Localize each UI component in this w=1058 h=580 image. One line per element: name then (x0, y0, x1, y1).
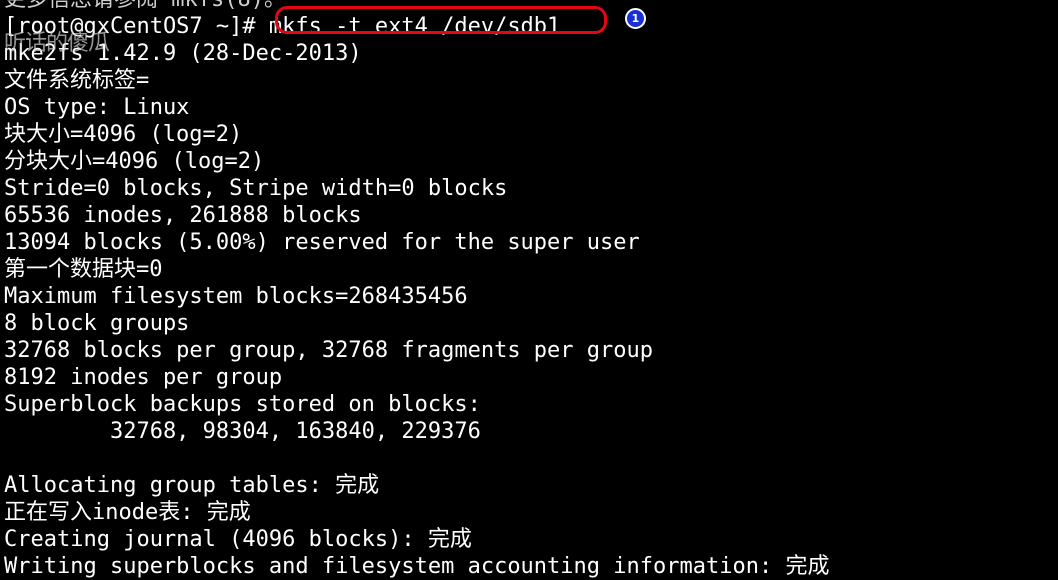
terminal-line: Maximum filesystem blocks=268435456 (4, 284, 468, 309)
terminal-line-partial: 更多信息请参阅 mkfs(8)。 (4, 0, 1054, 13)
terminal-line: 第一个数据块=0 (4, 257, 163, 282)
terminal-line: 块大小=4096 (log=2) (4, 122, 243, 147)
terminal-line: 分块大小=4096 (log=2) (4, 149, 265, 174)
terminal-line: 正在写入inode表: 完成 (4, 500, 251, 525)
terminal-output: 更多信息请参阅 mkfs(8)。 [root@gxCentOS7 ~]# mkf… (4, 0, 1054, 580)
terminal-line: Superblock backups stored on blocks: (4, 392, 481, 417)
terminal-line: 32768, 98304, 163840, 229376 (4, 419, 481, 444)
terminal-line: OS type: Linux (4, 95, 190, 120)
terminal-line: 13094 blocks (5.00%) reserved for the su… (4, 230, 640, 255)
terminal-line: Writing superblocks and filesystem accou… (4, 554, 830, 579)
terminal-window[interactable]: 更多信息请参阅 mkfs(8)。 [root@gxCentOS7 ~]# mkf… (0, 0, 1058, 580)
terminal-line: mke2fs 1.42.9 (28-Dec-2013) (4, 41, 362, 66)
terminal-line: 文件系统标签= (4, 68, 150, 93)
terminal-line: Allocating group tables: 完成 (4, 473, 380, 498)
step-number-badge: 1 (625, 8, 646, 29)
terminal-line: Stride=0 blocks, Stripe width=0 blocks (4, 176, 508, 201)
terminal-line: 8192 inodes per group (4, 365, 283, 390)
terminal-line: 65536 inodes, 261888 blocks (4, 203, 362, 228)
terminal-line: 8 block groups (4, 311, 190, 336)
terminal-line-command: [root@gxCentOS7 ~]# mkfs -t ext4 /dev/sd… (4, 14, 561, 39)
terminal-line: Creating journal (4096 blocks): 完成 (4, 527, 472, 552)
terminal-line: 32768 blocks per group, 32768 fragments … (4, 338, 654, 363)
